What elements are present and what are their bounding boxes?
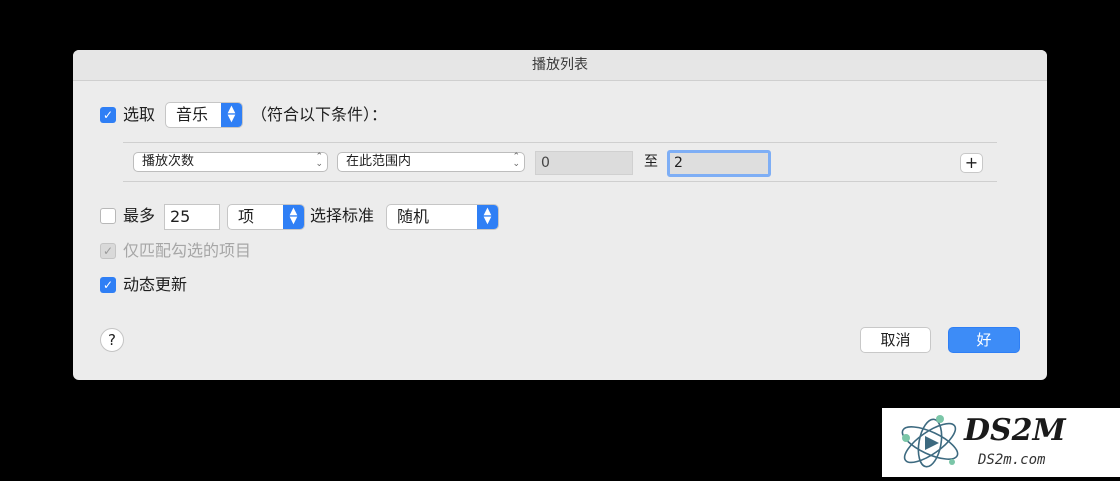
watermark-logo: DS2M DS2m.com (882, 408, 1120, 477)
live-update-label: 动态更新 (123, 275, 188, 294)
rule-operator-popup[interactable]: 在此范围内 ⌃ ⌄ (337, 152, 525, 172)
live-update-checkbox[interactable] (100, 277, 116, 293)
dialog-title: 播放列表 (73, 50, 1047, 81)
add-rule-button[interactable]: + (960, 153, 983, 173)
limit-label: 最多 (123, 206, 156, 225)
atom-logo-icon: DS2M DS2m.com (901, 413, 1067, 468)
popup-arrows-icon: ▲ ▼ (477, 205, 498, 229)
rule-field-popup[interactable]: 播放次数 ⌃ ⌄ (133, 152, 328, 172)
popup-arrows-icon: ⌃ ⌄ (512, 152, 520, 169)
popup-arrows-icon: ⌃ ⌄ (315, 152, 323, 169)
match-checked-label: 仅匹配勾选的项目 (123, 241, 252, 260)
rule-to-label: 至 (644, 154, 658, 170)
limit-unit-popup[interactable]: 项 ▲ ▼ (227, 204, 305, 230)
selected-by-value: 随机 (397, 207, 430, 226)
popup-arrows-icon: ▲ ▼ (221, 103, 242, 127)
rule-field-value: 播放次数 (142, 154, 195, 169)
select-checkbox[interactable] (100, 107, 116, 123)
selected-by-popup[interactable]: 随机 ▲ ▼ (386, 204, 499, 230)
limit-count-field[interactable]: 25 (164, 204, 220, 230)
conditions-suffix: （符合以下条件）： (251, 105, 388, 124)
smart-playlist-dialog: 播放列表 选取 音乐 ▲▼ （符合以下条件）： 播放次数 ⌃⌄ 在此范围内 ⌃⌄… (73, 50, 1047, 380)
limit-checkbox[interactable] (100, 208, 116, 224)
help-button[interactable]: ? (100, 328, 124, 352)
match-checked-checkbox (100, 243, 116, 259)
popup-arrows-icon: ▲ ▼ (283, 205, 304, 229)
limit-unit-value: 项 (238, 207, 255, 226)
select-label: 选取 (123, 105, 156, 124)
svg-text:DS2M: DS2M (963, 413, 1067, 448)
ok-button[interactable]: 好 (948, 327, 1020, 353)
rule-from-field[interactable]: 0 (535, 151, 633, 175)
cancel-button[interactable]: 取消 (860, 327, 931, 353)
svg-text:DS2m.com: DS2m.com (977, 452, 1046, 468)
media-kind-value: 音乐 (176, 105, 209, 124)
media-kind-popup[interactable]: 音乐 ▲ ▼ (165, 102, 243, 128)
selected-by-label: 选择标准 (310, 206, 375, 225)
rule-to-field[interactable]: 2 (667, 150, 771, 177)
rule-operator-value: 在此范围内 (346, 154, 412, 169)
